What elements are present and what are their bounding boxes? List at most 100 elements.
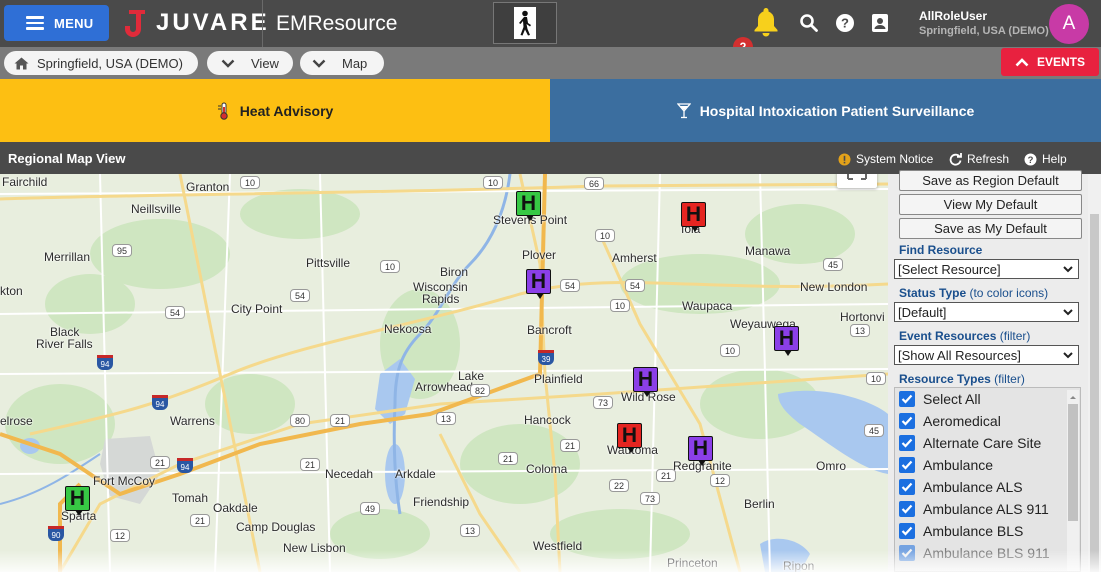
menu-button[interactable]: MENU [4,5,109,41]
map-label-place: Arrowhead [415,380,474,394]
avatar[interactable]: A [1049,4,1089,44]
hospital-marker[interactable]: H [633,367,658,397]
highway-shield: 95 [112,244,132,257]
region-pill[interactable]: Springfield, USA (DEMO) [4,51,198,75]
regional-map[interactable]: Fairchild Granton Neillsville Merrillan … [0,174,888,572]
map-label-place: Oakdale [213,501,258,515]
map-label-place: New London [800,280,868,294]
panel-scrollbar[interactable] [1088,174,1101,572]
hospital-marker[interactable]: H [681,202,706,232]
heat-advisory-banner[interactable]: Heat Advisory [0,79,550,142]
status-type-label: Status Type (to color icons) [899,286,1048,300]
resource-types-list[interactable]: Select All Aeromedical Alternate Care Si… [894,387,1081,572]
event-resources-select[interactable]: [Show All Resources] [894,345,1079,365]
map-label-place: Arkdale [395,467,436,481]
map-dropdown[interactable]: Map [300,51,384,75]
heat-advisory-label: Heat Advisory [239,102,334,119]
event-resources-hint: (filter) [999,329,1031,343]
chevron-down-icon [1063,309,1073,316]
pedestrian-button[interactable] [493,2,557,44]
system-notice-link[interactable]: System Notice [838,152,933,166]
map-label-place: Coloma [526,462,568,476]
panel-scroll-thumb[interactable] [1090,214,1099,572]
map-label-place: Amherst [612,251,657,265]
checkbox-checked-icon[interactable] [899,435,915,451]
top-bar: MENU JUVARE EMResource 2 ? AllRoleUser S… [0,0,1101,57]
map-label-place: Ripon [783,559,815,572]
view-my-default-button[interactable]: View My Default [899,194,1082,215]
interstate-shield: 94 [177,458,193,473]
hospital-marker[interactable]: H [516,191,541,221]
map-label-place: Waupaca [682,299,733,313]
save-region-default-button[interactable]: Save as Region Default [899,170,1082,191]
map-label-place: kton [0,284,23,298]
status-type-hint: (to color icons) [969,286,1049,300]
resource-type-ambulance-bls-911[interactable]: Ambulance BLS 911 [899,544,1050,562]
interstate-shield: 39 [538,350,554,365]
checkbox-checked-icon[interactable] [899,523,915,539]
help-link[interactable]: ? Help [1024,152,1067,166]
find-resource-select[interactable]: [Select Resource] [894,259,1079,279]
hospital-marker[interactable]: H [526,269,551,299]
map-label-place: Warrens [170,414,215,428]
resource-type-ambulance[interactable]: Ambulance [899,456,993,474]
refresh-link[interactable]: Refresh [949,152,1009,166]
status-type-select[interactable]: [Default] [894,302,1079,322]
surveillance-banner[interactable]: Hospital Intoxication Patient Surveillan… [550,79,1101,142]
hospital-marker[interactable]: H [617,423,642,453]
scroll-up-icon[interactable] [1067,392,1079,402]
resource-type-ambulance-als-911[interactable]: Ambulance ALS 911 [899,500,1049,518]
highway-shield: 66 [584,177,604,190]
checkbox-checked-icon[interactable] [899,545,915,561]
user-name[interactable]: AllRoleUser [919,9,987,23]
help-icon[interactable]: ? [835,13,855,38]
find-resource-value: [Select Resource] [898,261,1001,277]
user-location: Springfield, USA (DEMO) [919,25,1049,37]
resource-type-alternate-care-site[interactable]: Alternate Care Site [899,434,1041,452]
checkbox-checked-icon[interactable] [899,501,915,517]
highway-shield: 22 [609,479,629,492]
status-type-value: [Default] [898,304,947,320]
cocktail-glass-icon [676,102,691,118]
checkbox-checked-icon[interactable] [899,457,915,473]
highway-shield: 12 [710,474,730,487]
map-label-place: Omro [816,459,846,473]
bell-icon[interactable] [752,6,780,43]
checkbox-checked-icon[interactable] [899,479,915,495]
juvare-logo[interactable]: JUVARE [124,8,270,38]
svg-text:?: ? [1028,155,1034,166]
map-label-place: Tomah [172,491,209,505]
map-label-place: Pittsville [306,256,351,270]
resource-list-scrollbar[interactable] [1067,390,1079,571]
fullscreen-button[interactable] [837,174,877,188]
map-label-place: Necedah [325,467,374,481]
resource-type-ambulance-als[interactable]: Ambulance ALS [899,478,1023,496]
events-button[interactable]: EVENTS [1001,48,1099,76]
view-label: View [251,55,279,71]
view-dropdown[interactable]: View [207,51,293,75]
chevron-up-icon [1015,57,1029,66]
checkbox-checked-icon[interactable] [899,391,915,407]
resource-type-label: Select All [923,391,981,407]
map-label-place: Granton [186,180,230,194]
hospital-marker[interactable]: H [774,326,799,356]
chevron-down-icon [1063,352,1073,359]
hospital-marker[interactable]: H [65,486,90,516]
contact-card-icon[interactable] [871,13,889,38]
resource-type-aeromedical[interactable]: Aeromedical [899,412,1001,430]
resource-type-select-all[interactable]: Select All [899,390,981,408]
map-label-place: Berlin [744,497,775,511]
resource-type-label: Alternate Care Site [923,435,1042,451]
search-icon[interactable] [799,13,819,38]
resource-type-label: Ambulance [923,457,994,473]
highway-shield: 49 [360,502,380,515]
hospital-marker[interactable]: H [688,436,713,466]
highway-shield: 45 [864,424,884,437]
checkbox-checked-icon[interactable] [899,413,915,429]
resource-type-ambulance-bls[interactable]: Ambulance BLS [899,522,1023,540]
save-my-default-button[interactable]: Save as My Default [899,218,1082,239]
topbar-divider [262,0,263,47]
event-resources-label: Event Resources (filter) [899,329,1030,343]
resource-list-scroll-thumb[interactable] [1068,404,1078,521]
resource-type-label: Ambulance BLS [923,523,1024,539]
